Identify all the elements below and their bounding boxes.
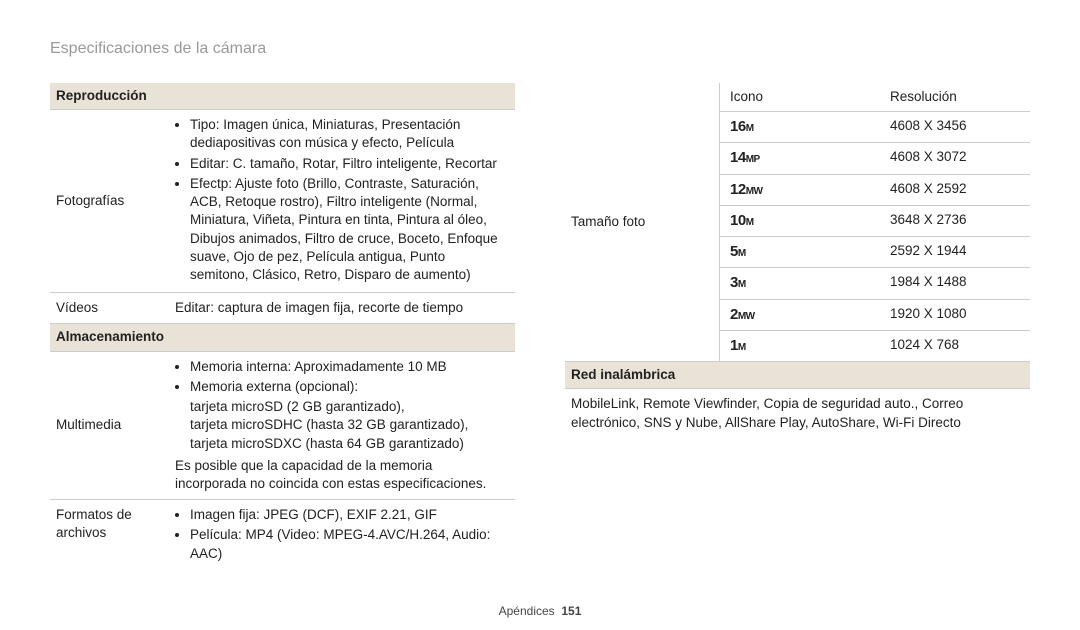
multimedia-bullet-2: Memoria externa (opcional): <box>190 378 507 396</box>
formatos-bullet-2: Película: MP4 (Video: MPEG-4.AVC/H.264, … <box>190 526 507 562</box>
size-table-row: 3M1984 X 1488 <box>720 268 1030 299</box>
size-table-row: 5M2592 X 1944 <box>720 237 1030 268</box>
multimedia-note: Es posible que la capacidad de la memori… <box>175 457 507 493</box>
size-icon-cell: 12MW <box>720 174 880 205</box>
page-title: Especificaciones de la cámara <box>50 40 1030 58</box>
size-table-row: 14MP4608 X 3072 <box>720 143 1030 174</box>
size-table-row: 16M4608 X 3456 <box>720 112 1030 143</box>
footer-page-number: 151 <box>561 604 581 618</box>
videos-label: Vídeos <box>50 293 169 324</box>
footer-section-label: Apéndices <box>499 604 555 618</box>
multimedia-content: Memoria interna: Aproximadamente 10 MB M… <box>169 351 515 500</box>
tamano-foto-label: Tamaño foto <box>565 83 720 362</box>
formatos-label: Formatos de archivos <box>50 500 169 571</box>
multimedia-sub-2: tarjeta microSDHC (hasta 32 GB garantiza… <box>175 416 507 434</box>
page-footer: Apéndices 151 <box>0 604 1080 618</box>
size-table-row: 12MW4608 X 2592 <box>720 174 1030 205</box>
size-icon-cell: 1M <box>720 330 880 361</box>
multimedia-bullet-1: Memoria interna: Aproximadamente 10 MB <box>190 358 507 376</box>
size-resolution-cell: 1920 X 1080 <box>880 299 1030 330</box>
fotografias-bullet-3: Efectp: Ajuste foto (Brillo, Contraste, … <box>190 175 507 284</box>
left-column: Reproducción Fotografías Tipo: Imagen ún… <box>50 83 515 571</box>
size-table-head-icono: Icono <box>720 83 880 112</box>
multimedia-sub-3: tarjeta microSDXC (hasta 64 GB garantiza… <box>175 435 507 453</box>
right-column: Tamaño foto Icono Resolución 16M4608 X 3… <box>565 83 1030 571</box>
size-table-row: 2MW1920 X 1080 <box>720 299 1030 330</box>
size-resolution-cell: 4608 X 3456 <box>880 112 1030 143</box>
size-resolution-cell: 3648 X 2736 <box>880 205 1030 236</box>
fotografias-content: Tipo: Imagen única, Miniaturas, Presenta… <box>169 110 515 293</box>
size-resolution-cell: 1024 X 768 <box>880 330 1030 361</box>
size-icon-cell: 3M <box>720 268 880 299</box>
section-head-red-inalambrica: Red inalámbrica <box>565 362 1030 389</box>
size-table-row: 10M3648 X 2736 <box>720 205 1030 236</box>
size-table-head-resolucion: Resolución <box>880 83 1030 112</box>
videos-content: Editar: captura de imagen fija, recorte … <box>169 293 515 324</box>
size-resolution-cell: 4608 X 3072 <box>880 143 1030 174</box>
multimedia-label: Multimedia <box>50 351 169 500</box>
size-icon-cell: 16M <box>720 112 880 143</box>
wireless-content: MobileLink, Remote Viewfinder, Copia de … <box>565 389 1030 438</box>
size-icon-cell: 14MP <box>720 143 880 174</box>
size-resolution-cell: 2592 X 1944 <box>880 237 1030 268</box>
formatos-bullet-1: Imagen fija: JPEG (DCF), EXIF 2.21, GIF <box>190 506 507 524</box>
fotografias-label: Fotografías <box>50 110 169 293</box>
formatos-content: Imagen fija: JPEG (DCF), EXIF 2.21, GIF … <box>169 500 515 571</box>
multimedia-sub-1: tarjeta microSD (2 GB garantizado), <box>175 398 507 416</box>
section-head-reproduccion: Reproducción <box>50 83 515 110</box>
size-icon-cell: 5M <box>720 237 880 268</box>
fotografias-bullet-2: Editar: C. tamaño, Rotar, Filtro intelig… <box>190 155 507 173</box>
size-icon-cell: 10M <box>720 205 880 236</box>
size-resolution-cell: 4608 X 2592 <box>880 174 1030 205</box>
section-head-almacenamiento: Almacenamiento <box>50 324 515 351</box>
size-table-row: 1M1024 X 768 <box>720 330 1030 361</box>
size-resolution-cell: 1984 X 1488 <box>880 268 1030 299</box>
fotografias-bullet-1: Tipo: Imagen única, Miniaturas, Presenta… <box>190 116 507 152</box>
size-icon-cell: 2MW <box>720 299 880 330</box>
